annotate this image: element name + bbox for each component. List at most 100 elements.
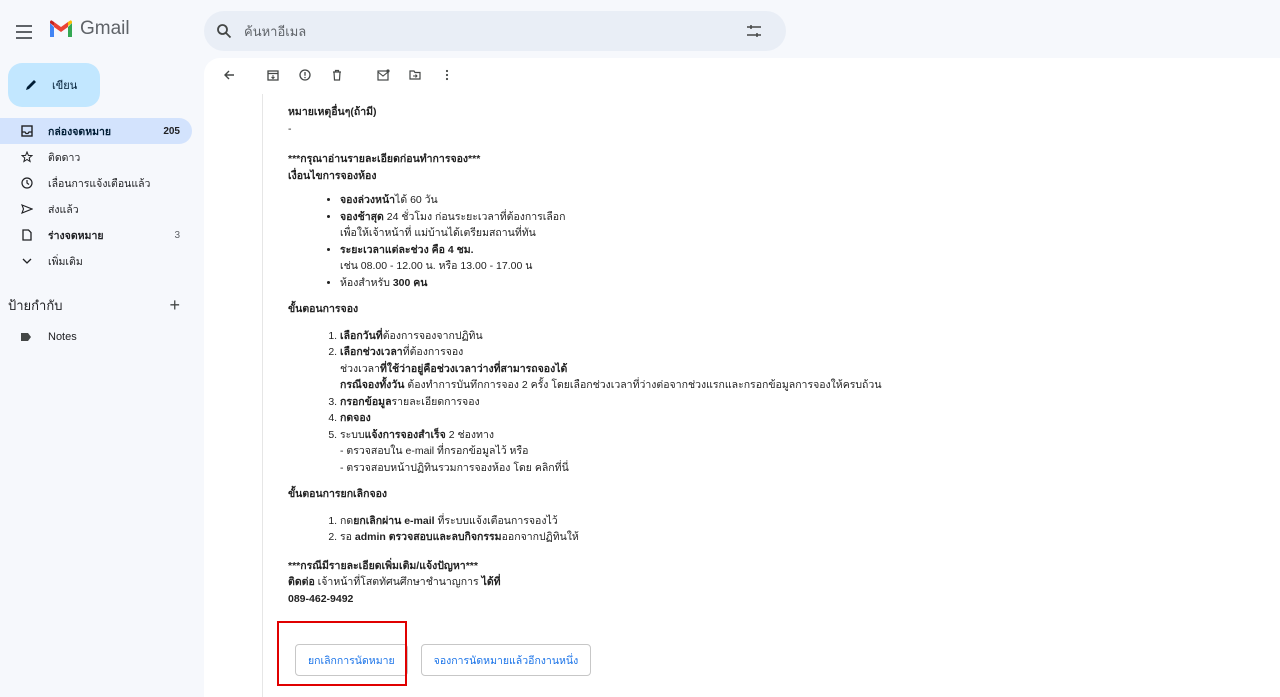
conditions-section: ***กรุณาอ่านรายละเอียดก่อนทำการจอง*** เง… [288,151,1188,291]
drafts-count-badge: 3 [174,229,180,241]
pencil-icon [26,80,36,90]
action-buttons: ยกเลิกการนัดหมาย จองการนัดหมายแล้วอีกงาน… [295,644,592,676]
delete-icon[interactable] [324,62,350,88]
step-text: ช่วงเวลา [340,362,380,375]
cancel-bold: admin ตรวจสอบและลบกิจกรรม [354,531,502,543]
sidebar-item-label: เพิ่มเติม [48,255,83,268]
email-text: หมายเหตุอื่นๆ(ถ้ามี) - ***กรุณาอ่านรายละ… [288,104,1188,607]
sidebar-item-drafts[interactable]: ร่างจดหมาย 3 [0,222,192,248]
add-label-button[interactable]: + [169,296,180,314]
condition-bold: 300 คน [392,276,428,289]
sidebar-label-notes[interactable]: Notes [0,324,192,350]
sidebar-label-text: Notes [48,331,77,343]
condition-text: ห้องสำหรับ [340,276,393,289]
step-text: 2 ช่องทาง [445,428,495,441]
mark-unread-icon[interactable] [370,62,396,88]
inbox-icon [20,124,34,138]
contact-section: ***กรณีมีรายละเอียดเพิ่มเติม/แจ้งปัญหา**… [288,558,1188,608]
book-another-button[interactable]: จองการนัดหมายแล้วอีกงานหนึ่ง [420,644,592,676]
sidebar-item-snoozed[interactable]: เลื่อนการแจ้งเตือนแล้ว [0,170,192,196]
compose-label: เขียน [52,80,78,92]
conditions-list: จองล่วงหน้าได้ 60 วัน จองช้าสุด 24 ชั่วโ… [288,192,1188,291]
step-text: ที่ต้องการจอง [402,346,464,358]
list-item: กรอกข้อมูลรายละเอียดการจอง [340,394,1188,411]
steps-section: ขั้นตอนการจอง เลือกวันที่ต้องการจองจากปฏ… [288,301,1188,476]
search-options-icon[interactable] [734,11,774,51]
sidebar-item-more[interactable]: เพิ่มเติม [0,248,192,274]
gmail-wordmark: Gmail [80,18,130,39]
more-vert-icon[interactable] [434,62,460,88]
cancel-list: กดยกเลิกผ่าน e-mail ที่ระบบแจ้งเตือนการจ… [288,513,1188,546]
list-item: จองล่วงหน้าได้ 60 วัน [340,192,1188,209]
message-toolbar [204,58,1280,92]
labels-header: ป้ายกำกับ + [0,292,196,318]
contact-phone: 089-462-9492 [288,592,354,605]
star-icon [20,150,34,164]
cancel-section: ขั้นตอนการยกเลิกจอง กดยกเลิกผ่าน e-mail … [288,486,1188,546]
condition-bold: ระยะเวลาแต่ละช่วง [340,243,429,256]
sidebar-item-label: ส่งแล้ว [48,203,79,216]
condition-text: 24 ชั่วโมง ก่อนระยะเวลาที่ต้องการเลือก [383,210,566,223]
send-icon [20,202,34,216]
compose-button[interactable]: เขียน [8,63,100,107]
sidebar-item-inbox[interactable]: กล่องจดหมาย 205 [0,118,192,144]
condition-subtext: เช่น 08.00 - 12.00 น. หรือ 13.00 - 17.00… [340,260,533,272]
search-icon[interactable] [204,11,244,51]
conditions-title: เงื่อนไขการจองห้อง [288,169,377,182]
step-bold: กรณีจองทั้งวัน [340,379,405,391]
cancel-text: กด [340,514,354,527]
step-subtext: - ตรวจสอบใน e-mail ที่กรอกข้อมูลไว้ หรือ [340,445,529,457]
sidebar-nav: กล่องจดหมาย 205 ติดดาว เลื่อนการแจ้งเตือ… [0,118,196,274]
archive-icon[interactable] [260,62,286,88]
sidebar-item-label: กล่องจดหมาย [48,125,112,138]
sidebar-item-starred[interactable]: ติดดาว [0,144,192,170]
labels-title: ป้ายกำกับ [8,297,63,313]
notice-text: ***กรุณาอ่านรายละเอียดก่อนทำการจอง*** [288,153,481,165]
clock-icon [20,176,34,190]
back-arrow-icon[interactable] [216,62,242,88]
gmail-logo[interactable]: Gmail [48,18,130,40]
step-text: รายละเอียดการจอง [391,395,480,408]
list-item: ระยะเวลาแต่ละช่วง คือ 4 ชม. เช่น 08.00 - … [340,242,1188,275]
other-reason-title: หมายเหตุอื่นๆ(ถ้ามี) [288,106,377,118]
draft-icon [20,228,34,242]
cancel-title: ขั้นตอนการยกเลิกจอง [288,488,388,500]
hamburger-line [16,31,32,33]
sidebar-item-sent[interactable]: ส่งแล้ว [0,196,192,222]
condition-bold: จองล่วงหน้า [340,194,396,206]
cancel-text: ออกจากปฏิทินให้ [501,531,579,543]
hamburger-line [16,37,32,39]
step-text: ต้องทำการบันทึกการจอง 2 ครั้ง โดยเลือกช่… [404,379,882,391]
list-item: กดจอง [340,410,1188,427]
search-input[interactable] [244,23,734,39]
move-to-icon[interactable] [402,62,428,88]
other-reason-section: หมายเหตุอื่นๆ(ถ้ามี) - [288,104,1188,137]
contact-bold: ได้ที่ [481,576,501,588]
steps-list: เลือกวันที่ต้องการจองจากปฏิทิน เลือกช่วง… [288,328,1188,477]
step-bold: เลือกช่วงเวลา [340,346,403,358]
contact-bold: ติดต่อ [288,576,315,588]
cancel-appointment-button[interactable]: ยกเลิกการนัดหมาย [295,644,408,676]
sidebar-item-label: ร่างจดหมาย [48,229,104,242]
top-bar: Gmail [0,0,1280,64]
list-item: เลือกช่วงเวลาที่ต้องการจอง ช่วงเวลาที่ใช… [340,344,1188,394]
step-text: ต้องการจองจากปฏิทิน [382,329,483,342]
step-subtext: - ตรวจสอบหน้าปฏิทินรวมการจองห้อง โดย คลิ… [340,461,569,474]
report-spam-icon[interactable] [292,62,318,88]
list-item: กดยกเลิกผ่าน e-mail ที่ระบบแจ้งเตือนการจ… [340,513,1188,530]
step-bold: ที่ใช้ว่าอยู่คือช่วงเวลาว่างที่สามารถจอง… [379,362,568,375]
contact-text: เจ้าหน้าที่โสตทัศนศึกษาชำนาญการ [314,576,482,588]
step-subtext: กรณีจองทั้งวัน ต้องทำการบันทึกการจอง 2 ค… [340,377,1188,394]
search-bar[interactable] [204,11,786,51]
main-menu-button[interactable] [12,18,36,46]
list-item: ห้องสำหรับ 300 คน [340,275,1188,292]
hamburger-icon [16,25,32,27]
gmail-m-icon [50,20,72,37]
list-item: ระบบแจ้งการจองสำเร็จ 2 ช่องทาง - ตรวจสอบ… [340,427,1188,477]
step-subtext: ช่วงเวลาที่ใช้ว่าอยู่คือช่วงเวลาว่างที่ส… [340,361,1188,378]
condition-text: ได้ 60 วัน [395,194,438,206]
message-body: หมายเหตุอื่นๆ(ถ้ามี) - ***กรุณาอ่านรายละ… [262,94,1272,697]
step-bold: เลือกวันที่ [340,329,383,342]
list-item: เลือกวันที่ต้องการจองจากปฏิทิน [340,328,1188,345]
cancel-bold: ยกเลิกผ่าน e-mail [353,514,435,527]
